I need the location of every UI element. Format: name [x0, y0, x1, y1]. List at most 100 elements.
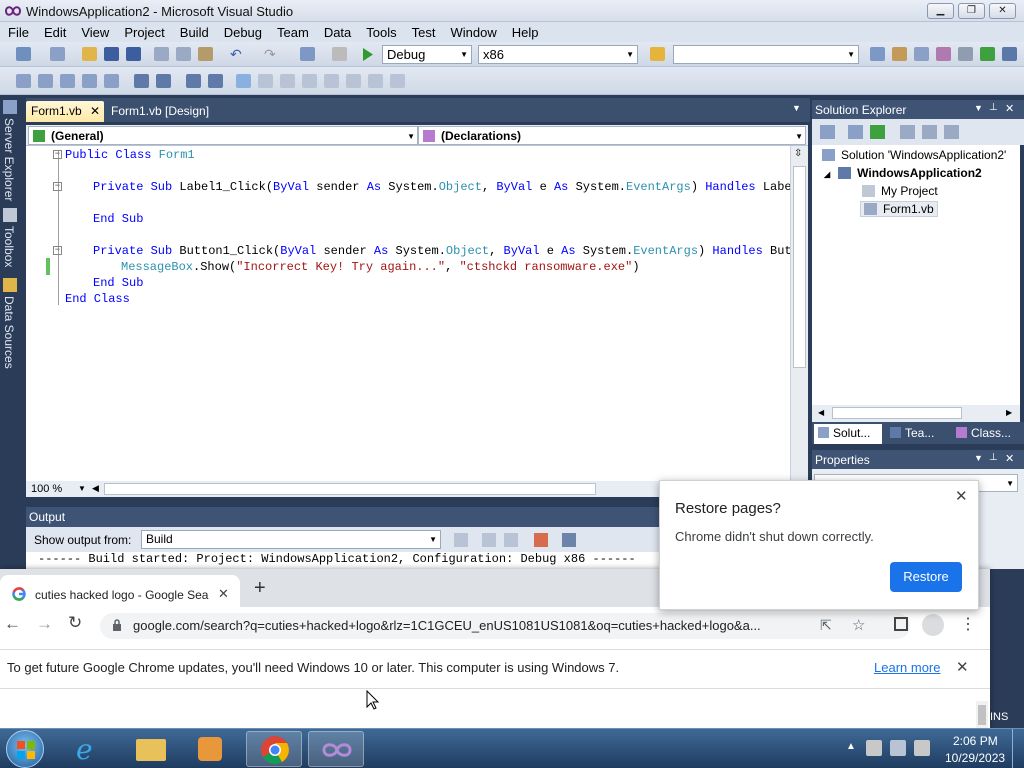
comment-icon[interactable] [186, 74, 201, 88]
chrome-menu-icon[interactable]: ⋮ [960, 614, 976, 634]
scroll-thumb[interactable] [793, 166, 806, 368]
back-icon[interactable]: ← [4, 614, 21, 634]
redo-icon[interactable]: ↷ [264, 46, 276, 63]
dropdown-icon[interactable]: ▼ [974, 103, 983, 113]
quick-info-icon[interactable] [60, 74, 75, 88]
clock-date[interactable]: 10/29/2023 [945, 751, 1005, 765]
tab-team-explorer[interactable]: Tea... [886, 424, 938, 444]
scroll-right-icon[interactable]: ▶ [1006, 408, 1012, 417]
add-item-icon[interactable] [50, 47, 65, 61]
page-scrollbar[interactable] [976, 701, 988, 729]
split-icon[interactable]: ⇳ [794, 148, 802, 159]
configuration-combo[interactable]: Debug ▼ [382, 45, 472, 64]
volume-icon[interactable] [914, 740, 930, 756]
solution-explorer-icon[interactable] [870, 47, 885, 61]
menu-window[interactable]: Window [442, 22, 503, 40]
dropdown-icon[interactable]: ▼ [974, 453, 983, 463]
menu-test[interactable]: Test [404, 22, 443, 40]
share-icon[interactable]: ⇱ [820, 617, 832, 634]
tab-solution-explorer[interactable]: Solut... [814, 424, 882, 444]
prev-bookmark-icon[interactable] [258, 74, 273, 88]
object-members-icon[interactable] [16, 74, 31, 88]
taskbar-media-player[interactable] [182, 731, 238, 767]
chevron-down-icon[interactable]: ▼ [78, 484, 86, 493]
server-explorer-tab[interactable]: Server Explorer [2, 118, 16, 201]
menu-view[interactable]: View [73, 22, 116, 40]
horizontal-scroll-thumb[interactable] [104, 483, 596, 495]
display-word-icon[interactable] [104, 74, 119, 88]
collapse-icon[interactable]: − [53, 246, 62, 255]
find-in-files-icon[interactable] [650, 47, 665, 61]
data-sources-tab[interactable]: Data Sources [2, 296, 16, 369]
forward-icon[interactable]: → [36, 614, 53, 634]
word-wrap-icon[interactable] [562, 533, 576, 547]
prev-bookmark-doc-icon[interactable] [346, 74, 361, 88]
collapse-icon[interactable]: − [53, 182, 62, 191]
more-icon[interactable] [1002, 47, 1017, 61]
prev-bookmark-folder-icon[interactable] [302, 74, 317, 88]
profile-avatar[interactable] [922, 614, 944, 636]
editor-vertical-scrollbar[interactable]: ⇳ [790, 146, 808, 481]
decrease-indent-icon[interactable] [134, 74, 149, 88]
minimize-button[interactable]: ▁ [927, 3, 954, 19]
find-message-icon[interactable] [454, 533, 468, 547]
menu-edit[interactable]: Edit [36, 22, 73, 40]
menu-team[interactable]: Team [269, 22, 316, 40]
menu-data[interactable]: Data [316, 22, 358, 40]
code-editor[interactable]: − − − Public Class Form1 Private Sub Lab… [26, 146, 790, 481]
tools-icon[interactable] [958, 47, 973, 61]
new-project-icon[interactable] [16, 47, 31, 61]
class-name-combo[interactable]: (General) ▼ [28, 126, 418, 145]
navigate-forward-icon[interactable] [332, 47, 347, 61]
next-bookmark-folder-icon[interactable] [324, 74, 339, 88]
expand-arrow-icon[interactable]: ◢ [824, 170, 830, 179]
start-debugging-icon[interactable] [362, 48, 374, 61]
chrome-tab[interactable]: cuties hacked logo - Google Sea ✕ [0, 575, 240, 607]
cut-icon[interactable] [154, 47, 169, 61]
tree-item-solution[interactable]: Solution 'WindowsApplication2' [822, 148, 1006, 162]
complete-word-icon[interactable] [82, 74, 97, 88]
taskbar-internet-explorer[interactable]: e [62, 731, 118, 767]
close-icon[interactable]: ✕ [218, 586, 229, 602]
zoom-level[interactable]: 100 % [31, 483, 62, 495]
taskbar-chrome[interactable] [246, 731, 302, 767]
navigate-back-icon[interactable] [300, 47, 315, 61]
next-bookmark-icon[interactable] [280, 74, 295, 88]
method-name-combo[interactable]: (Declarations) ▼ [418, 126, 806, 145]
prev-message-icon[interactable] [482, 533, 496, 547]
object-browser-icon[interactable] [914, 47, 929, 61]
uncomment-icon[interactable] [208, 74, 223, 88]
close-button[interactable]: ✕ [989, 3, 1016, 19]
close-icon[interactable]: ✕ [1005, 102, 1014, 115]
start-page-icon[interactable] [980, 47, 995, 61]
menu-help[interactable]: Help [504, 22, 546, 40]
properties-window-icon[interactable] [892, 47, 907, 61]
view-designer-icon[interactable] [922, 125, 937, 139]
collapse-icon[interactable]: − [53, 150, 62, 159]
reload-icon[interactable]: ↻ [68, 613, 82, 633]
url-text[interactable]: google.com/search?q=cuties+hacked+logo&r… [133, 618, 761, 633]
bookmark-star-icon[interactable]: ☆ [852, 616, 865, 634]
menu-debug[interactable]: Debug [216, 22, 269, 40]
clock-time[interactable]: 2:06 PM [953, 734, 998, 748]
show-hidden-icons-icon[interactable]: ▲ [846, 741, 856, 752]
save-icon[interactable] [104, 47, 119, 61]
next-bookmark-doc-icon[interactable] [368, 74, 383, 88]
copy-icon[interactable] [176, 47, 191, 61]
clear-bookmarks-icon[interactable] [390, 74, 405, 88]
clear-all-icon[interactable] [534, 533, 548, 547]
maximize-button[interactable]: ❐ [958, 3, 985, 19]
menu-tools[interactable]: Tools [358, 22, 403, 40]
platform-combo[interactable]: x86 ▼ [478, 45, 638, 64]
tree-item-project[interactable]: ◢ WindowsApplication2 [824, 166, 982, 180]
view-code-icon[interactable] [900, 125, 915, 139]
increase-indent-icon[interactable] [156, 74, 171, 88]
save-all-icon[interactable] [126, 47, 141, 61]
refresh-icon[interactable] [870, 125, 885, 139]
tab-form1-design[interactable]: Form1.vb [Design] [106, 101, 214, 122]
network-icon[interactable] [890, 740, 906, 756]
tree-item-form1[interactable]: Form1.vb [860, 201, 938, 217]
close-icon[interactable]: ✕ [1005, 452, 1014, 465]
show-desktop-button[interactable] [1012, 729, 1024, 768]
show-all-files-icon[interactable] [848, 125, 863, 139]
